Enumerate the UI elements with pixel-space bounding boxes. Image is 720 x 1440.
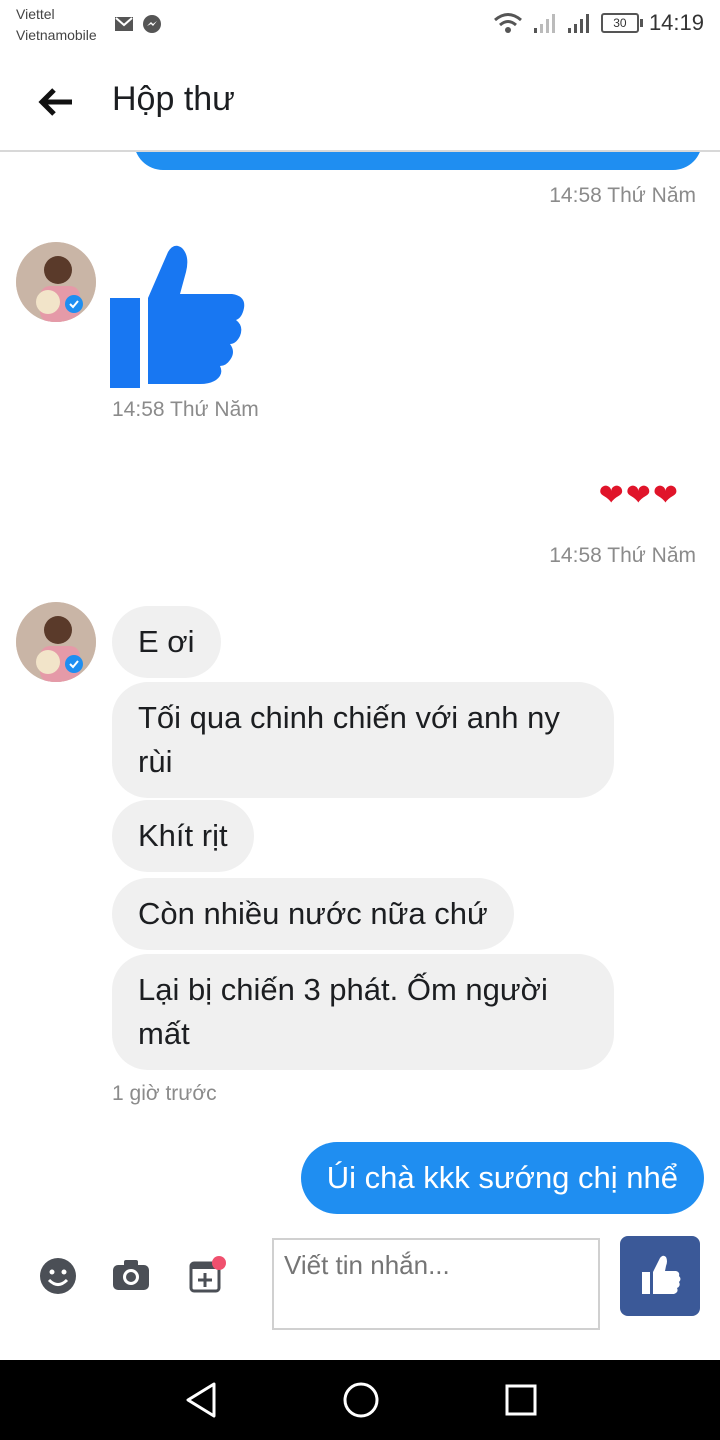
- notification-icons: [114, 14, 162, 34]
- outgoing-message[interactable]: Úi chà kkk sướng chị nhể: [300, 1142, 704, 1214]
- like-icon: [642, 1255, 681, 1294]
- carrier-name-2: Vietnamobile: [16, 27, 97, 43]
- incoming-message[interactable]: Lại bị chiến 3 phát. Ốm người mất: [112, 954, 614, 1070]
- like-button[interactable]: [620, 1236, 700, 1316]
- recents-nav-icon[interactable]: [504, 1380, 538, 1420]
- timestamp: 14:58 Thứ Năm: [549, 544, 696, 567]
- app-bar: Hộp thư: [0, 52, 720, 152]
- camera-icon[interactable]: [112, 1258, 150, 1292]
- heart-emoji-message[interactable]: ❤❤❤: [599, 478, 680, 513]
- messenger-icon: [143, 15, 161, 33]
- incoming-message[interactable]: E ơi: [112, 606, 221, 678]
- page-title: Hộp thư: [112, 80, 235, 118]
- avatar[interactable]: [16, 242, 96, 322]
- avatar-photo: [16, 602, 96, 682]
- avatar[interactable]: [16, 602, 96, 682]
- back-nav-icon[interactable]: [184, 1380, 218, 1420]
- wifi-icon: [493, 13, 522, 33]
- sticker-add-icon[interactable]: [188, 1254, 228, 1294]
- avatar-photo: [16, 242, 96, 322]
- incoming-message[interactable]: Còn nhiều nước nữa chứ: [112, 878, 514, 950]
- message-input[interactable]: [272, 1238, 600, 1330]
- gmail-icon: [115, 17, 133, 31]
- conversation[interactable]: 14:58 Thứ Năm 14:58 Thứ Năm ❤❤❤ 14:58 Th…: [0, 152, 720, 1228]
- status-bar: Viettel Vietnamobile 30 14:19: [0, 0, 720, 52]
- system-navigation-bar: [0, 1360, 720, 1440]
- timestamp: 14:58 Thứ Năm: [549, 184, 696, 207]
- signal-icon: [567, 14, 589, 33]
- arrow-left-icon[interactable]: [36, 82, 76, 122]
- emoji-icon[interactable]: [38, 1256, 78, 1296]
- carrier-name-1: Viettel: [16, 6, 55, 22]
- timestamp: 1 giờ trước: [112, 1082, 217, 1105]
- outgoing-message-partial: [134, 152, 702, 170]
- signal-icon: [533, 14, 555, 33]
- clock: 14:19: [648, 10, 704, 35]
- home-nav-icon[interactable]: [342, 1380, 380, 1420]
- timestamp: 14:58 Thứ Năm: [112, 398, 259, 421]
- message-composer: [0, 1228, 720, 1360]
- system-icons: 30 14:19: [493, 10, 704, 36]
- thumbs-up-icon: [110, 245, 245, 388]
- incoming-message[interactable]: Khít rịt: [112, 800, 254, 872]
- incoming-message[interactable]: Tối qua chinh chiến với anh ny rùi: [112, 682, 614, 798]
- battery-icon: 30: [600, 13, 643, 33]
